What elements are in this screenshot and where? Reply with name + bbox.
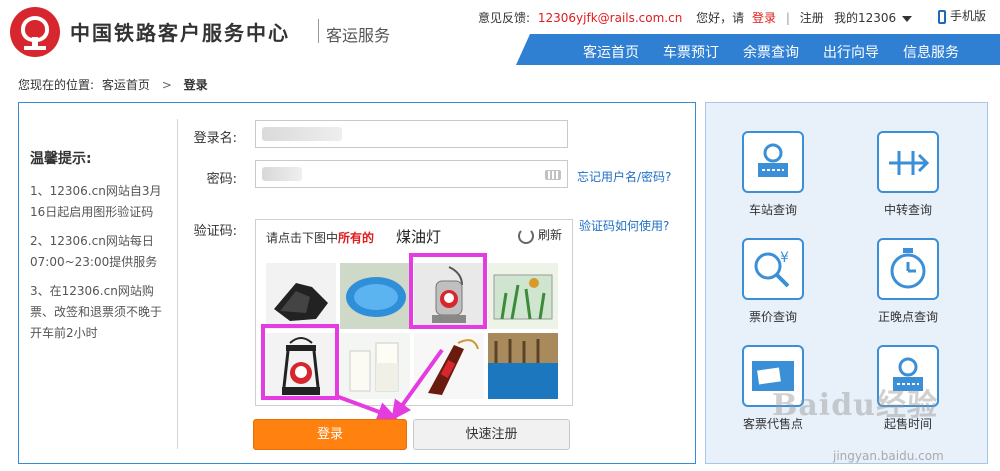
service-label: 中转查询 — [883, 203, 932, 217]
username-label: 登录名: — [193, 131, 237, 146]
brand-subtitle: 客运服务 — [326, 26, 391, 45]
feedback-label: 意见反馈: — [478, 11, 531, 25]
nav-item-info[interactable]: 信息服务 — [903, 42, 959, 62]
chevron-down-icon — [902, 15, 913, 22]
service-label: 车站查询 — [748, 203, 797, 217]
refresh-icon — [517, 227, 534, 244]
breadcrumb: 您现在的位置: 客运首页 > 登录 — [18, 76, 208, 93]
station-icon — [742, 131, 804, 193]
service-label: 正晚点查询 — [877, 310, 938, 324]
quick-register-button[interactable]: 快速注册 — [413, 419, 570, 450]
nav-item-guide[interactable]: 出行向导 — [823, 42, 879, 62]
captcha-widget: 请点击下图中所有的 煤油灯 刷新 — [255, 219, 573, 420]
breadcrumb-arrow: > — [161, 78, 172, 92]
breadcrumb-prefix: 您现在的位置: — [18, 78, 95, 92]
railway-logo-icon[interactable] — [10, 7, 60, 57]
captcha-refresh-button[interactable]: 刷新 — [517, 226, 562, 244]
svg-text:¥: ¥ — [780, 250, 789, 266]
nav-item-remaining[interactable]: 余票查询 — [743, 42, 799, 62]
captcha-prompt-highlight: 所有的 — [338, 231, 375, 245]
top-divider: | — [785, 11, 790, 25]
phone-icon — [938, 9, 946, 24]
captcha-target: 煤油灯 — [396, 228, 442, 246]
watermark-url: jingyan.baidu.com — [833, 449, 944, 463]
password-input[interactable] — [255, 160, 568, 188]
arrow-annotation-icon — [335, 348, 444, 420]
fare-icon: ¥ — [742, 238, 804, 300]
captcha-header: 请点击下图中所有的 煤油灯 刷新 — [256, 220, 572, 250]
my12306-label: 我的12306 — [834, 11, 897, 25]
transfer-icon — [877, 131, 939, 193]
mobile-label: 手机版 — [950, 9, 987, 23]
header: 中国铁路客户服务中心 客运服务 意见反馈: 12306yjfk@rails.co… — [0, 0, 1000, 66]
service-punctuality-query[interactable]: 正晚点查询 — [858, 238, 958, 325]
captcha-tile-gloves[interactable] — [266, 263, 336, 329]
service-station-query[interactable]: 车站查询 — [723, 131, 823, 218]
brand-divider — [318, 19, 319, 43]
captcha-tile-indoor-pool[interactable] — [488, 333, 558, 399]
service-fare-query[interactable]: ¥ 票价查询 — [723, 238, 823, 325]
tip-item: 1、12306.cn网站自3月16日起启用图形验证码 — [30, 184, 162, 219]
nav-item-home[interactable]: 客运首页 — [583, 42, 639, 62]
register-link[interactable]: 注册 — [800, 9, 824, 26]
tip-item: 2、12306.cn网站每日07:00~23:00提供服务 — [30, 234, 158, 269]
username-input[interactable] — [255, 120, 568, 148]
forgot-password-link[interactable]: 忘记用户名/密码? — [577, 168, 671, 185]
breadcrumb-home-link[interactable]: 客运首页 — [102, 78, 150, 92]
captcha-label: 验证码: — [193, 224, 237, 239]
username-value-blurred — [262, 127, 342, 141]
watermark-logo: Baidu经验 — [772, 388, 938, 423]
captcha-tile-pool[interactable] — [340, 263, 410, 329]
page: 中国铁路客户服务中心 客运服务 意见反馈: 12306yjfk@rails.co… — [0, 0, 1000, 471]
captcha-prompt: 请点击下图中所有的 — [266, 229, 374, 246]
login-panel: 温馨提示: 1、12306.cn网站自3月16日起启用图形验证码 2、12306… — [18, 102, 696, 464]
mobile-version-link[interactable]: 手机版 — [938, 7, 986, 24]
top-links: 意见反馈: 12306yjfk@rails.com.cn 您好，请 登录 | 注… — [478, 9, 824, 26]
captcha-selection-frame — [409, 253, 487, 329]
password-label: 密码: — [206, 172, 237, 187]
captcha-prompt-text: 请点击下图中 — [266, 231, 339, 245]
captcha-tile-aquarium[interactable] — [488, 263, 558, 329]
password-value-blurred — [262, 167, 302, 181]
tips-title: 温馨提示: — [30, 151, 92, 167]
breadcrumb-current: 登录 — [183, 78, 208, 92]
greeting-text: 您好，请 — [696, 11, 745, 25]
captcha-help-link[interactable]: 验证码如何使用? — [579, 217, 669, 234]
login-button[interactable]: 登录 — [253, 419, 407, 450]
my12306-menu[interactable]: 我的12306 — [834, 9, 913, 26]
feedback-email-link[interactable]: 12306yjfk@rails.com.cn — [538, 11, 682, 25]
service-label: 票价查询 — [748, 310, 797, 324]
login-link[interactable]: 登录 — [752, 9, 776, 26]
main-nav: 客运首页 车票预订 余票查询 出行向导 信息服务 — [516, 34, 1000, 65]
clock-icon — [877, 238, 939, 300]
nav-item-booking[interactable]: 车票预订 — [663, 42, 719, 62]
service-transfer-query[interactable]: 中转查询 — [858, 131, 958, 218]
tip-item: 3、在12306.cn网站购票、改签和退票须不晚于开车前2小时 — [30, 284, 163, 340]
brand-title: 中国铁路客户服务中心 — [70, 21, 290, 45]
captcha-refresh-label: 刷新 — [537, 228, 562, 242]
keyboard-icon[interactable] — [545, 170, 561, 180]
